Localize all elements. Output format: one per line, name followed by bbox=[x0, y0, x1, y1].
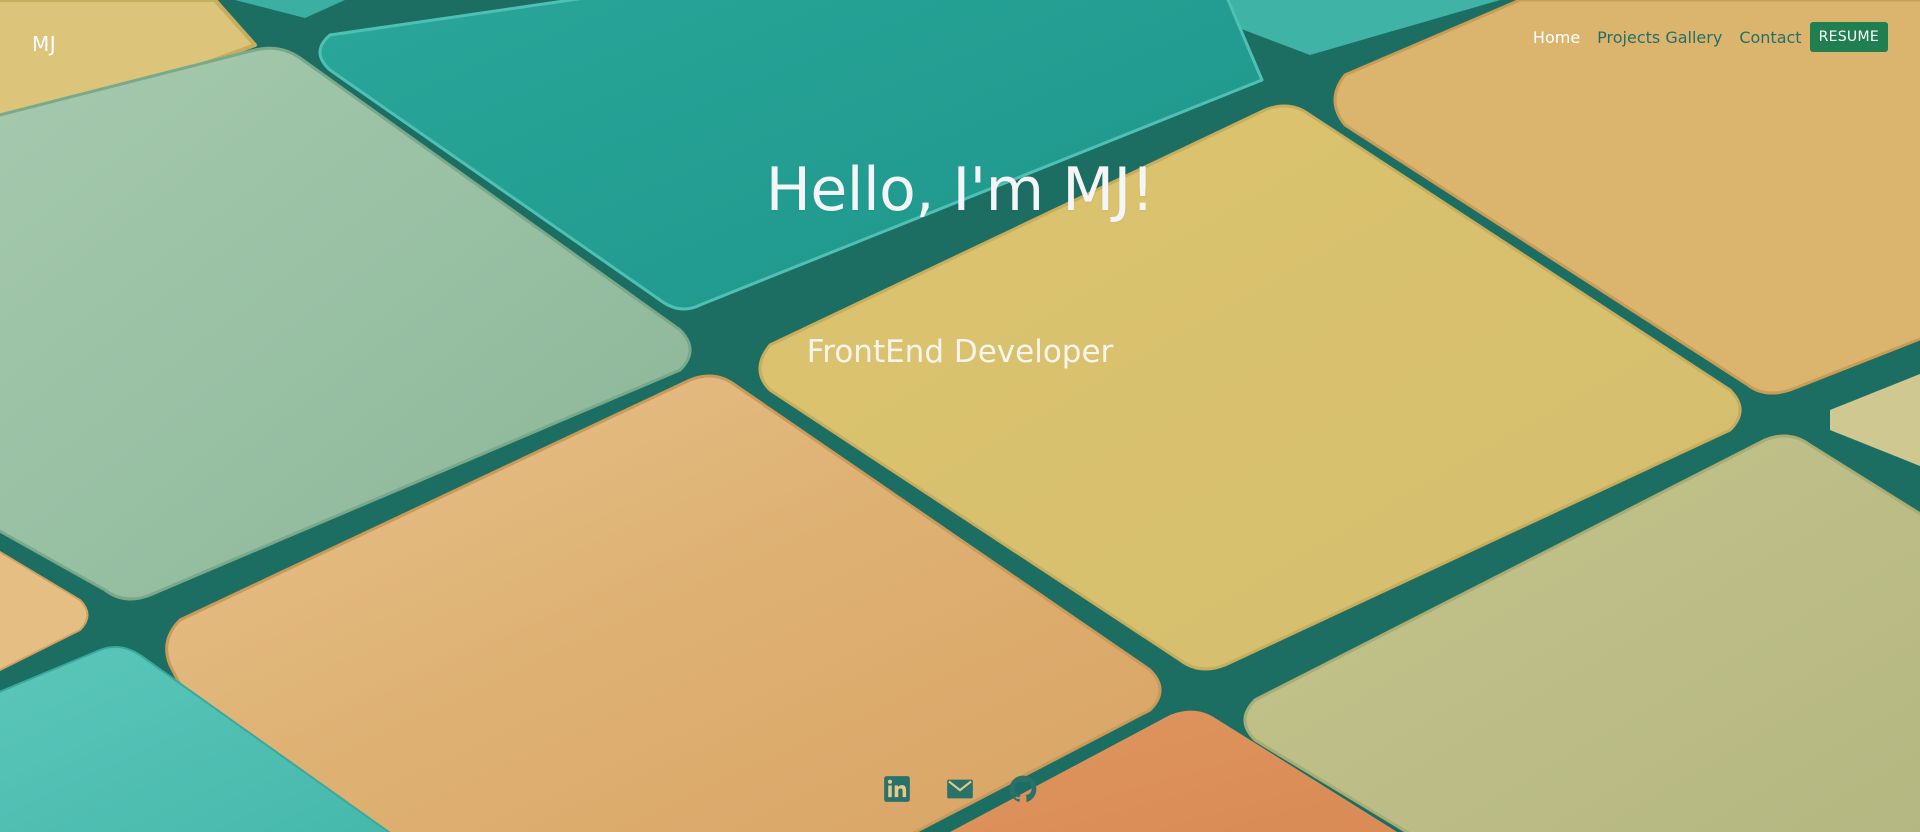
github-link[interactable] bbox=[1009, 775, 1037, 803]
background-tiles-image bbox=[0, 0, 1920, 832]
social-links bbox=[0, 775, 1920, 803]
mail-link[interactable] bbox=[946, 775, 974, 803]
linkedin-icon bbox=[884, 776, 910, 802]
linkedin-link[interactable] bbox=[883, 775, 911, 803]
nav-link-projects-gallery[interactable]: Projects Gallery bbox=[1597, 28, 1722, 47]
nav-link-contact[interactable]: Contact bbox=[1739, 28, 1801, 47]
hero-subtitle: FrontEnd Developer bbox=[806, 334, 1114, 370]
logo[interactable]: MJ bbox=[32, 32, 56, 56]
hero-section: MJ Home Projects Gallery Contact RESUME … bbox=[0, 0, 1920, 832]
hero-title: Hello, I'm MJ! bbox=[765, 155, 1155, 225]
github-icon bbox=[1009, 775, 1037, 802]
nav-link-home[interactable]: Home bbox=[1533, 28, 1580, 47]
mail-icon bbox=[947, 779, 973, 799]
resume-button[interactable]: RESUME bbox=[1809, 22, 1888, 52]
main-nav: Home Projects Gallery Contact RESUME bbox=[1533, 22, 1888, 52]
